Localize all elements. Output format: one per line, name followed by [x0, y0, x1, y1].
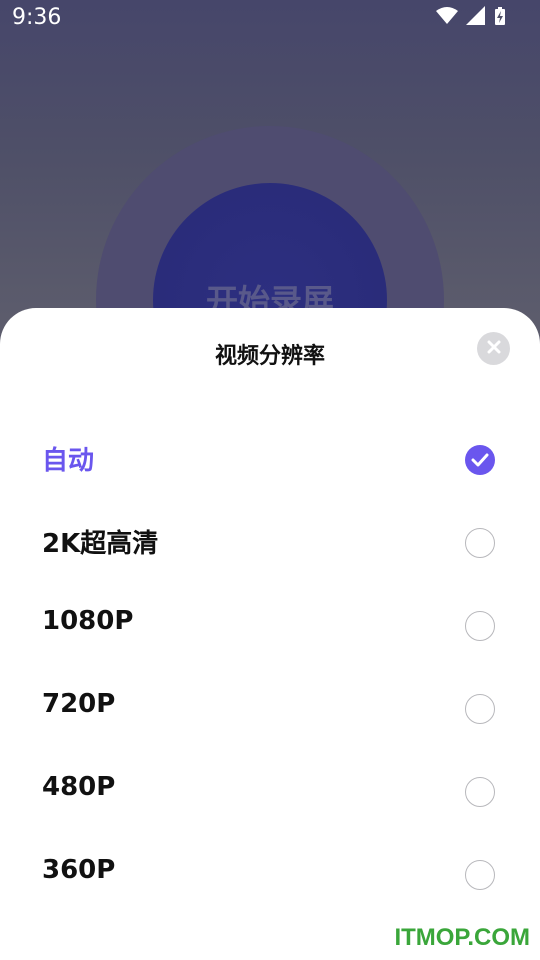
status-icons — [436, 6, 506, 26]
sheet-title: 视频分辨率 — [214, 344, 325, 369]
option-label: 720P — [42, 689, 116, 719]
radio-icon[interactable] — [465, 528, 495, 558]
checked-radio-icon[interactable] — [465, 445, 495, 475]
watermark: ITMOP.COM — [394, 924, 530, 951]
option-720p[interactable]: 720P — [0, 667, 540, 750]
option-auto[interactable]: 自动 — [0, 418, 540, 501]
status-bar: 9:36 — [0, 0, 540, 38]
close-icon — [487, 339, 501, 358]
signal-icon — [466, 6, 486, 26]
option-label: 480P — [42, 772, 116, 802]
option-label: 自动 — [42, 446, 95, 476]
option-label: 2K超高清 — [42, 529, 159, 559]
battery-charging-icon — [494, 6, 506, 26]
radio-icon[interactable] — [465, 860, 495, 890]
resolution-option-list: 自动 2K超高清 1080P 720P 480P 360P — [0, 418, 540, 916]
close-button[interactable] — [477, 332, 510, 365]
radio-icon[interactable] — [465, 694, 495, 724]
status-time: 9:36 — [12, 5, 62, 30]
radio-icon[interactable] — [465, 611, 495, 641]
option-1080p[interactable]: 1080P — [0, 584, 540, 667]
screen: 9:36 开始录屏 视频分辨率 自动 2K超高清 1080P 720P 480P… — [0, 0, 540, 960]
option-2k[interactable]: 2K超高清 — [0, 501, 540, 584]
resolution-bottom-sheet: 视频分辨率 自动 2K超高清 1080P 720P 480P 360P — [0, 308, 540, 960]
option-360p[interactable]: 360P — [0, 833, 540, 916]
option-480p[interactable]: 480P — [0, 750, 540, 833]
wifi-icon — [436, 6, 458, 26]
option-label: 360P — [42, 855, 116, 885]
option-label: 1080P — [42, 606, 134, 636]
radio-icon[interactable] — [465, 777, 495, 807]
